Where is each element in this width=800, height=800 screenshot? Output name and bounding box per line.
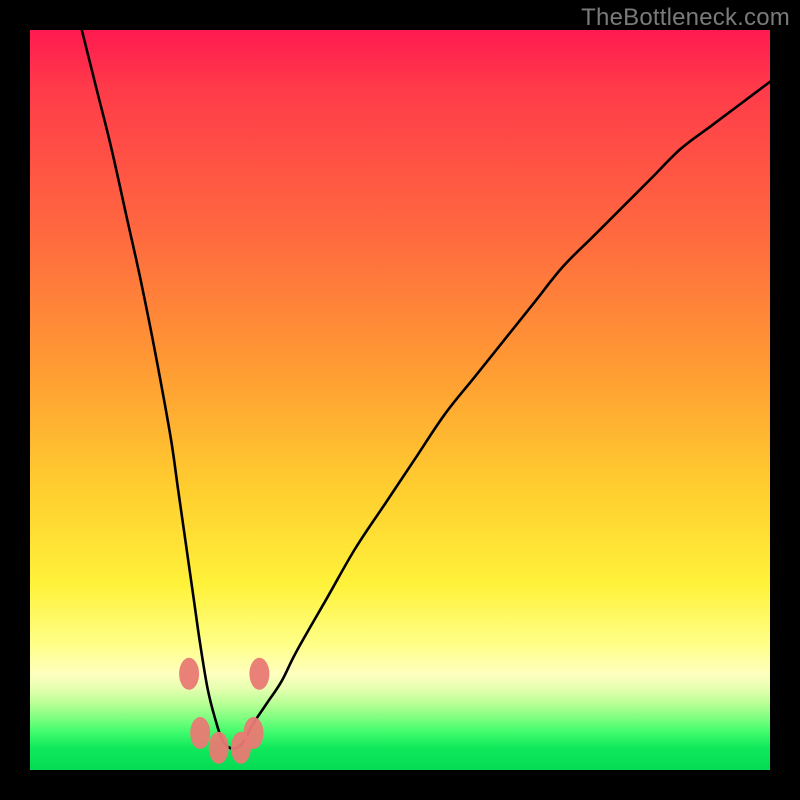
- watermark-text: TheBottleneck.com: [581, 4, 790, 32]
- plot-area: [30, 30, 770, 770]
- background-gradient: [30, 30, 770, 770]
- chart-frame: TheBottleneck.com: [0, 0, 800, 800]
